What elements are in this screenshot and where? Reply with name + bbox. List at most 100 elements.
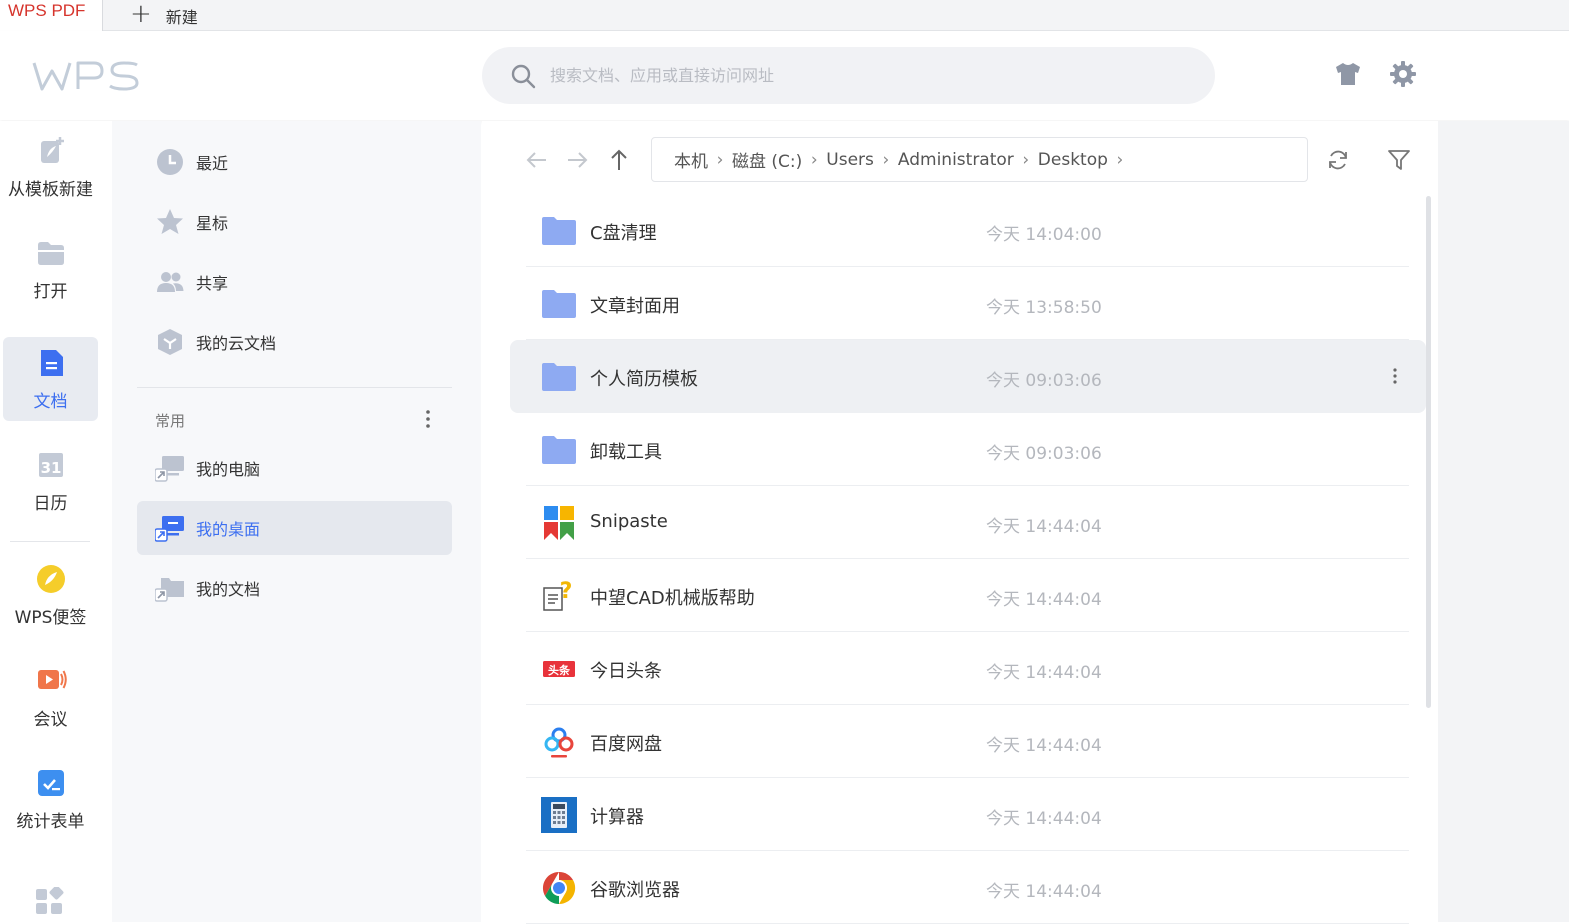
nav-divider <box>10 541 90 542</box>
new-tab-button[interactable]: + 新建 <box>130 0 198 31</box>
tab-wps-pdf[interactable]: WPS PDF <box>0 0 103 31</box>
file-row[interactable]: 百度网盘 今天 14:44:04 <box>518 705 1418 778</box>
file-row[interactable]: 卸载工具 今天 09:03:06 <box>518 413 1418 486</box>
folder-icon <box>542 217 576 245</box>
file-time: 今天 13:58:50 <box>986 298 1102 318</box>
breadcrumb-item[interactable]: 本机 <box>674 147 708 172</box>
sidebar-item-label: 我的电脑 <box>196 460 261 479</box>
people-icon <box>157 272 184 292</box>
chevron-right-icon: › <box>1022 149 1030 170</box>
forward-arrow-icon[interactable] <box>564 147 590 173</box>
tshirt-icon <box>1336 63 1360 85</box>
tab-strip: WPS PDF + 新建 <box>0 0 1569 31</box>
sidebar-item-recent[interactable]: 最近 <box>137 135 452 189</box>
filter-icon[interactable] <box>1386 148 1412 172</box>
search-input[interactable] <box>550 66 1150 85</box>
file-time: 今天 14:04:00 <box>986 225 1102 245</box>
file-name: C盘清理 <box>590 223 657 244</box>
nav-label: 打开 <box>33 282 68 302</box>
nav-label: 日历 <box>33 494 68 514</box>
skin-button[interactable] <box>1333 59 1363 89</box>
nav-documents[interactable]: 文档 <box>3 337 98 421</box>
file-time: 今天 14:44:04 <box>986 663 1102 683</box>
sidebar-item-star[interactable]: 星标 <box>137 195 452 249</box>
file-row[interactable]: 计算器 今天 14:44:04 <box>518 778 1418 851</box>
file-row[interactable]: Snipaste 今天 14:44:04 <box>518 486 1418 559</box>
sidebar-item-label: 我的云文档 <box>196 334 277 353</box>
left-nav: 从模板新建 打开 文档 31 日历 WPS便签 会议 统计表单 <box>0 121 112 922</box>
form-icon <box>38 770 64 796</box>
sidebar-section-title: 常用 <box>155 412 186 430</box>
breadcrumb-item[interactable]: Desktop <box>1038 150 1108 170</box>
file-row[interactable]: C盘清理 今天 14:04:00 <box>518 194 1418 267</box>
file-row[interactable]: 个人简历模板 今天 09:03:06 <box>510 340 1426 413</box>
sidebar-item-label: 我的桌面 <box>196 520 261 539</box>
up-arrow-icon[interactable] <box>606 147 632 173</box>
sidebar-item-my-computer[interactable]: 我的电脑 <box>137 441 452 495</box>
file-browser: 本机 › 磁盘 (C:) › Users › Administrator › D… <box>482 121 1438 924</box>
chevron-right-icon[interactable]: › <box>1108 150 1132 170</box>
toutiao-icon: 头条 <box>543 661 575 677</box>
nav-label: 统计表单 <box>16 812 85 832</box>
file-row[interactable]: ? 中望CAD机械版帮助 今天 14:44:04 <box>518 559 1418 632</box>
folder-icon <box>542 363 576 391</box>
calendar-icon: 31 <box>39 453 63 477</box>
folder-icon <box>542 290 576 318</box>
meeting-icon <box>38 670 67 689</box>
chevron-right-icon: › <box>882 149 890 170</box>
star-icon <box>157 209 183 234</box>
baidu-netdisk-icon <box>544 727 574 758</box>
scrollbar[interactable] <box>1426 196 1431 708</box>
breadcrumb-item[interactable]: 磁盘 (C:) <box>732 147 802 172</box>
file-name: Snipaste <box>590 511 668 532</box>
file-name: 计算器 <box>590 807 644 828</box>
more-vertical-icon[interactable] <box>418 407 438 431</box>
app-header <box>0 31 1569 120</box>
nav-label: WPS便签 <box>14 608 87 628</box>
file-time: 今天 14:44:04 <box>986 590 1102 610</box>
file-time: 今天 09:03:06 <box>986 371 1102 391</box>
nav-stat-form[interactable]: 统计表单 <box>3 757 98 841</box>
toutiao-icon-text: 头条 <box>548 663 571 677</box>
nav-meeting[interactable]: 会议 <box>3 655 98 739</box>
sidebar-item-cloud-docs[interactable]: 我的云文档 <box>137 315 452 369</box>
sidebar-item-label: 最近 <box>196 154 229 173</box>
file-row[interactable]: 谷歌浏览器 今天 14:44:04 <box>518 851 1418 924</box>
svg-text:?: ? <box>560 579 573 604</box>
nav-label: 文档 <box>33 392 68 412</box>
file-name: 百度网盘 <box>590 734 662 755</box>
nav-open[interactable]: 打开 <box>3 227 98 311</box>
gear-icon <box>1390 61 1416 87</box>
file-time: 今天 14:44:04 <box>986 517 1102 537</box>
settings-button[interactable] <box>1388 59 1418 89</box>
file-row[interactable]: 头条 今日头条 今天 14:44:04 <box>518 632 1418 705</box>
breadcrumb-item[interactable]: Users <box>826 150 874 170</box>
nav-wps-note[interactable]: WPS便签 <box>3 553 98 637</box>
file-name: 谷歌浏览器 <box>590 880 680 901</box>
nav-label: 从模板新建 <box>8 180 93 200</box>
breadcrumb-item[interactable]: Administrator <box>898 150 1014 170</box>
file-time: 今天 09:03:06 <box>986 444 1102 464</box>
apps-grid-icon[interactable] <box>36 887 64 915</box>
sidebar-item-my-documents[interactable]: 我的文档 <box>137 561 452 615</box>
sidebar-item-shared[interactable]: 共享 <box>137 255 452 309</box>
file-time: 今天 14:44:04 <box>986 736 1102 756</box>
folder-open-icon <box>38 242 64 265</box>
nav-calendar[interactable]: 31 日历 <box>3 439 98 523</box>
sidebar-divider <box>137 387 452 388</box>
search-bar[interactable] <box>482 47 1215 104</box>
breadcrumb: 本机 › 磁盘 (C:) › Users › Administrator › D… <box>651 137 1308 182</box>
file-name: 个人简历模板 <box>590 369 698 390</box>
sidebar: 最近 星标 共享 我的云文档 常用 我的电脑 我的桌面 我的文档 <box>112 121 481 922</box>
wps-logo <box>32 61 139 91</box>
refresh-icon[interactable] <box>1326 148 1350 172</box>
sidebar-item-my-desktop[interactable]: 我的桌面 <box>137 501 452 555</box>
clock-icon <box>157 149 183 175</box>
file-row[interactable]: 文章封面用 今天 13:58:50 <box>518 267 1418 340</box>
nav-template-new[interactable]: 从模板新建 <box>3 125 98 209</box>
computer-icon <box>155 456 184 482</box>
more-vertical-icon[interactable] <box>1390 366 1400 386</box>
new-tab-label: 新建 <box>165 7 198 27</box>
back-arrow-icon[interactable] <box>524 147 550 173</box>
snipaste-icon <box>544 506 574 540</box>
